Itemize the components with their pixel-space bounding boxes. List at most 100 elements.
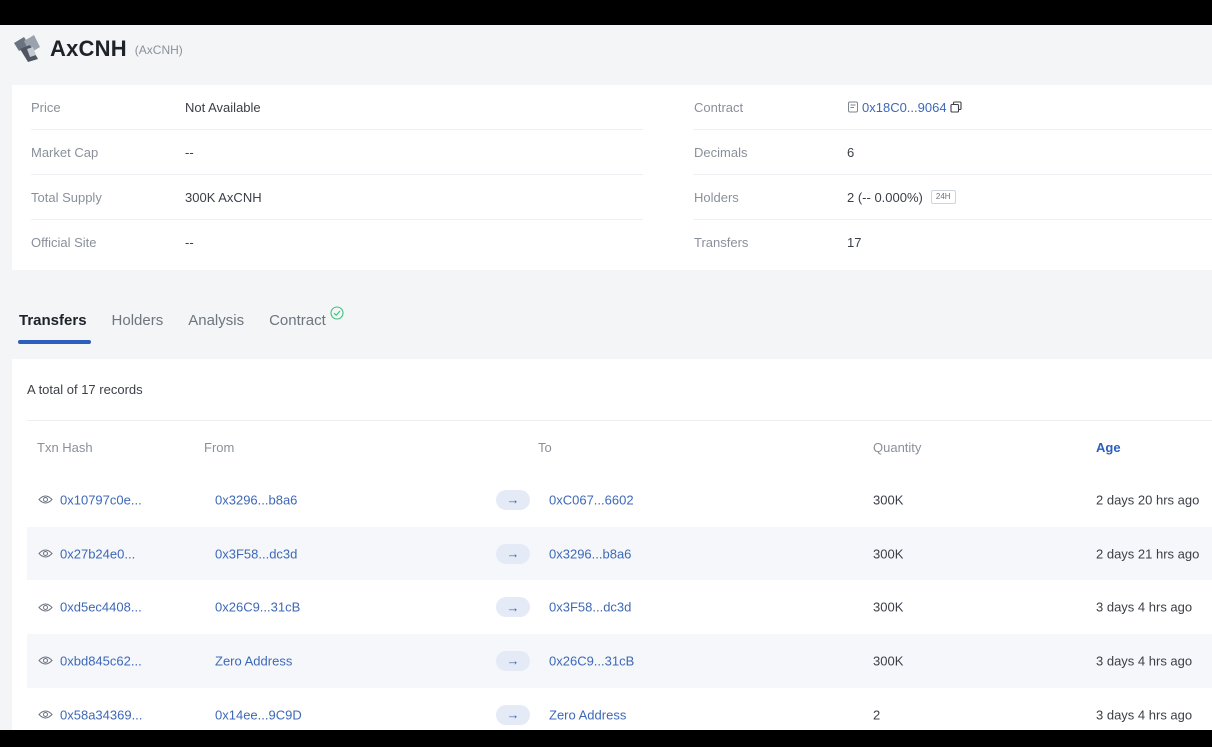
column-header-from: From [204,439,235,455]
price-value: Not Available [185,99,261,115]
txn-hash-cell: 0x58a34369... [38,707,142,722]
from-address-link[interactable]: 0x26C9...31cB [215,600,300,615]
quantity-cell: 300K [873,492,904,508]
to-address-link[interactable]: 0x3296...b8a6 [549,546,631,561]
tab-contract-label: Contract [269,312,326,329]
tab-analysis[interactable]: Analysis [188,303,244,339]
divider [27,420,1212,421]
transfers-table-body: 0x10797c0e... 0x3296...b8a6 → 0xC067...6… [27,473,1212,730]
token-logo-icon [14,35,40,62]
token-header: AxCNH (AxCNH) [12,33,183,65]
txn-hash-cell: 0xd5ec4408... [38,600,142,615]
age-cell: 2 days 20 hrs ago [1096,492,1200,508]
transfers-table-header: Txn Hash From To Quantity Age [27,429,1212,465]
overview-row-official-site: Official Site -- [31,220,643,265]
total-supply-label: Total Supply [31,189,102,205]
copy-icon[interactable] [950,101,962,113]
from-address-link[interactable]: 0x3F58...dc3d [215,546,297,561]
from-address-link[interactable]: Zero Address [215,653,292,668]
column-header-age[interactable]: Age [1096,440,1121,455]
tab-holders[interactable]: Holders [112,303,164,339]
official-site-label: Official Site [31,235,97,250]
right-arrow-icon: → [496,650,530,671]
txn-hash-link[interactable]: 0xbd845c62... [60,653,142,668]
market-cap-value: -- [185,144,194,160]
to-address-link[interactable]: 0x3F58...dc3d [549,600,631,615]
contract-address-link[interactable]: 0x18C0...9064 [862,100,947,115]
decimals-label: Decimals [694,144,748,160]
txn-hash-link[interactable]: 0x27b24e0... [60,546,135,561]
overview-left-column: Price Not Available Market Cap -- Total … [31,85,643,265]
tab-contract[interactable]: Contract [269,303,344,339]
overview-row-contract: Contract 0x18C0...9064 [694,85,1212,130]
overview-right-column: Contract 0x18C0...9064 Decimals 6 Holder… [694,85,1212,265]
to-address-link[interactable]: Zero Address [549,707,626,722]
to-address-link[interactable]: 0xC067...6602 [549,492,634,507]
txn-hash-cell: 0xbd845c62... [38,653,142,668]
eye-icon[interactable] [38,495,53,505]
table-row: 0x58a34369... 0x14ee...9C9D → Zero Addre… [27,688,1212,730]
overview-row-transfers: Transfers 17 [694,220,1212,265]
quantity-cell: 300K [873,546,904,562]
decimals-value: 6 [847,144,855,160]
overview-row-decimals: Decimals 6 [694,130,1212,175]
contract-label: Contract [694,99,744,115]
tab-transfers[interactable]: Transfers [18,303,91,344]
overview-row-total-supply: Total Supply 300K AxCNH [31,175,643,220]
txn-hash-cell: 0x10797c0e... [38,492,142,507]
market-cap-label: Market Cap [31,144,99,160]
records-total: A total of 17 records [27,382,143,397]
quantity-cell: 300K [873,653,904,669]
price-label: Price [31,99,61,115]
holders-value: 2 (-- 0.000%) [847,189,923,205]
table-row: 0x10797c0e... 0x3296...b8a6 → 0xC067...6… [27,473,1212,527]
age-cell: 3 days 4 hrs ago [1096,599,1193,615]
eye-icon[interactable] [38,710,53,720]
txn-hash-cell: 0x27b24e0... [38,546,135,561]
age-cell: 2 days 21 hrs ago [1096,546,1200,562]
column-header-to: To [538,439,552,455]
right-arrow-icon: → [496,597,530,618]
contract-value-group: 0x18C0...9064 [847,100,962,115]
table-row: 0x27b24e0... 0x3F58...dc3d → 0x3296...b8… [27,526,1212,581]
token-name: AxCNH [50,36,127,61]
column-header-quantity: Quantity [873,439,922,455]
quantity-cell: 300K [873,599,904,615]
token-page: AxCNH (AxCNH) Price Not Available Market… [0,25,1212,730]
overview-row-holders: Holders 2 (-- 0.000%) 24H [694,175,1212,220]
holders-24h-badge: 24H [930,190,956,204]
holders-value-group: 2 (-- 0.000%) 24H [847,190,956,205]
from-address-link[interactable]: 0x14ee...9C9D [215,707,302,722]
contract-doc-icon [848,101,858,113]
transfers-value: 17 [847,235,862,250]
tab-holders-label: Holders [111,312,164,329]
right-arrow-icon: → [496,704,530,725]
txn-hash-link[interactable]: 0x10797c0e... [60,492,142,507]
token-symbol: (AxCNH) [134,43,183,57]
from-address-link[interactable]: 0x3296...b8a6 [215,492,297,507]
overview-row-price: Price Not Available [31,85,643,130]
check-circle-icon [330,306,344,320]
eye-icon[interactable] [38,602,53,612]
tab-analysis-label: Analysis [188,312,245,329]
txn-hash-link[interactable]: 0x58a34369... [60,707,142,722]
table-row: 0xd5ec4408... 0x26C9...31cB → 0x3F58...d… [27,580,1212,634]
token-overview-card: Price Not Available Market Cap -- Total … [12,85,1212,270]
overview-row-market-cap: Market Cap -- [31,130,643,175]
right-arrow-icon: → [496,543,530,564]
official-site-value: -- [185,235,194,250]
to-address-link[interactable]: 0x26C9...31cB [549,653,634,668]
eye-icon[interactable] [38,656,53,666]
token-tabs: Transfers Holders Analysis Contract [18,303,369,348]
right-arrow-icon: → [496,489,530,510]
transfers-panel: A total of 17 records Txn Hash From To Q… [12,359,1212,730]
eye-icon[interactable] [38,549,53,559]
transfers-label: Transfers [694,235,749,250]
column-header-txn-hash: Txn Hash [37,439,93,455]
holders-label: Holders [694,189,739,205]
tab-transfers-label: Transfers [19,312,87,329]
quantity-cell: 2 [873,707,881,723]
txn-hash-link[interactable]: 0xd5ec4408... [60,600,142,615]
age-cell: 3 days 4 hrs ago [1096,653,1193,669]
age-cell: 3 days 4 hrs ago [1096,707,1193,723]
